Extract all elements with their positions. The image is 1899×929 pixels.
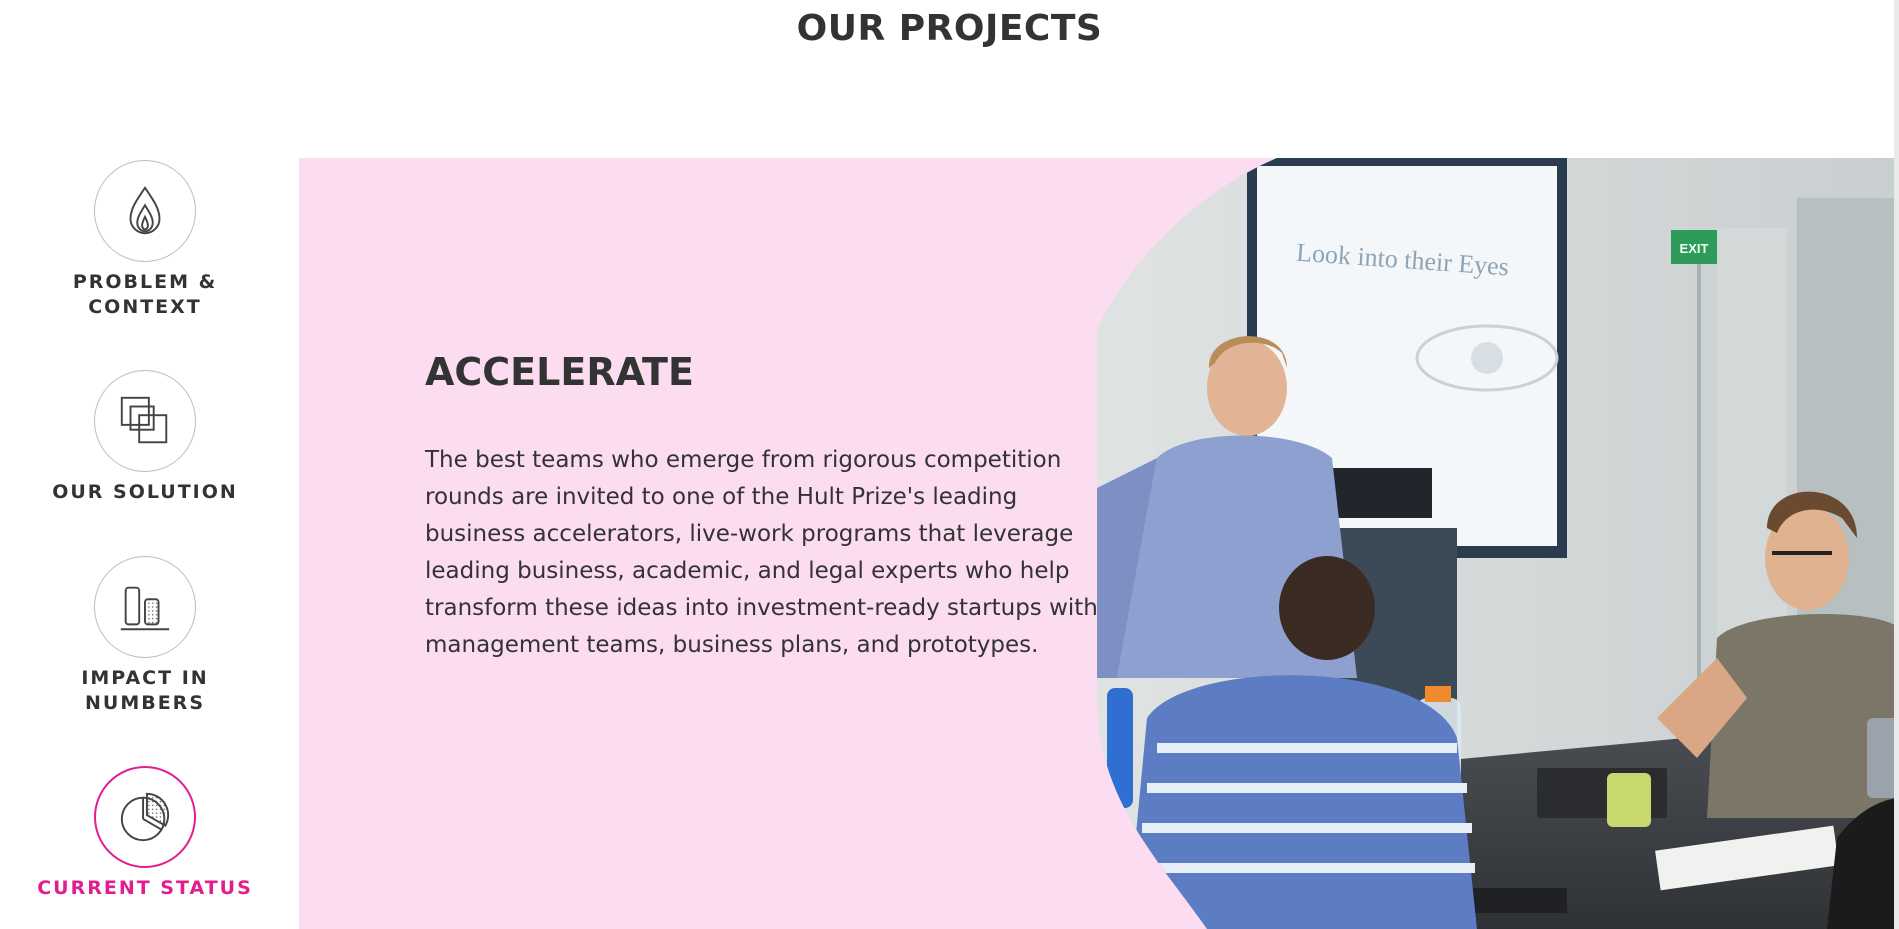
nav-item-problem-context[interactable]: PROBLEM & CONTEXT [0, 160, 290, 320]
panel-heading: ACCELERATE [425, 350, 694, 394]
nav-item-our-solution[interactable]: OUR SOLUTION [0, 370, 290, 505]
overlapping-squares-icon [94, 370, 196, 472]
project-panel: ACCELERATE The best teams who emerge fro… [299, 158, 1899, 929]
bar-blocks-icon [94, 556, 196, 658]
nav-label: IMPACT IN NUMBERS [81, 667, 209, 714]
panel-description: The best teams who emerge from rigorous … [425, 447, 1098, 658]
exit-sign-text: EXIT [1680, 241, 1709, 256]
accelerator-photo: Look into their Eyes EXIT [1097, 158, 1899, 929]
nav-label: OUR SOLUTION [52, 481, 238, 503]
page-title: OUR PROJECTS [796, 8, 1103, 49]
project-section-nav: PROBLEM & CONTEXT OUR SOLUTION IMPACT IN… [0, 158, 290, 929]
nav-label: CURRENT STATUS [37, 877, 253, 899]
pie-chart-icon [94, 766, 196, 868]
page-scrollbar[interactable] [1894, 0, 1899, 929]
nav-item-current-status[interactable]: CURRENT STATUS [0, 766, 290, 901]
nav-label: PROBLEM & CONTEXT [72, 271, 218, 318]
nav-item-impact-in-numbers[interactable]: IMPACT IN NUMBERS [0, 556, 290, 716]
flame-icon [94, 160, 196, 262]
